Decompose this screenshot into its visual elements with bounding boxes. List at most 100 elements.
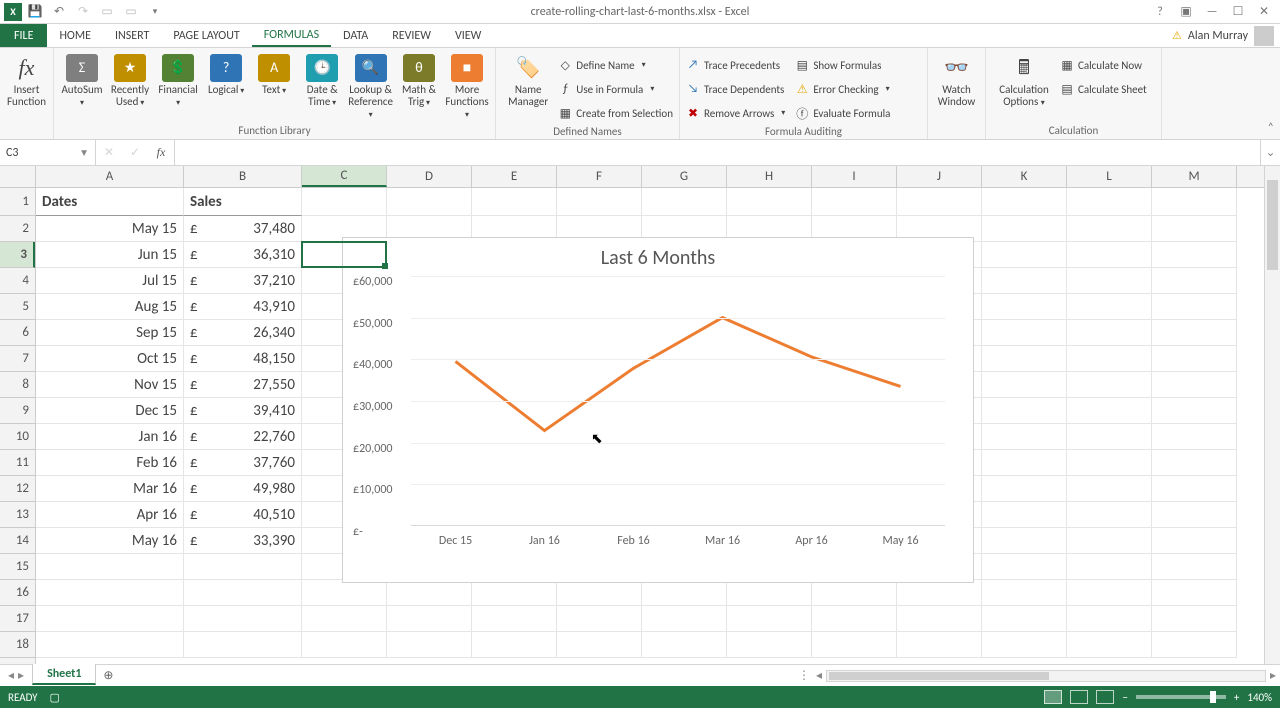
cell[interactable] bbox=[812, 606, 897, 632]
row-header[interactable]: 18 bbox=[0, 632, 35, 658]
cell[interactable]: £39,410 bbox=[184, 398, 302, 424]
cell[interactable] bbox=[727, 580, 812, 606]
insert-function-button[interactable]: fx Insert Function bbox=[6, 50, 47, 110]
select-all-button[interactable] bbox=[0, 166, 36, 188]
cell[interactable]: Jan 16 bbox=[36, 424, 184, 450]
cell[interactable] bbox=[184, 554, 302, 580]
tab-insert[interactable]: INSERT bbox=[103, 24, 161, 47]
cell[interactable]: Jun 15 bbox=[36, 242, 184, 268]
qat-dropdown-icon[interactable]: ▾ bbox=[144, 2, 166, 22]
cell[interactable] bbox=[1152, 528, 1237, 554]
cell[interactable] bbox=[557, 580, 642, 606]
cell[interactable] bbox=[982, 268, 1067, 294]
cell[interactable] bbox=[1067, 502, 1152, 528]
cell[interactable] bbox=[36, 632, 184, 658]
cell[interactable] bbox=[1152, 346, 1237, 372]
column-header[interactable]: A bbox=[36, 166, 184, 187]
cell[interactable] bbox=[302, 188, 387, 216]
cell[interactable] bbox=[982, 528, 1067, 554]
cell[interactable] bbox=[387, 188, 472, 216]
row-header[interactable]: 7 bbox=[0, 346, 35, 372]
cell[interactable] bbox=[897, 606, 982, 632]
expand-formula-bar-icon[interactable]: ⌄ bbox=[1260, 140, 1280, 165]
cell[interactable] bbox=[1067, 528, 1152, 554]
use-in-formula-button[interactable]: ƒUse in Formula▾ bbox=[558, 78, 673, 100]
cell[interactable] bbox=[1067, 424, 1152, 450]
cell[interactable] bbox=[1152, 580, 1237, 606]
redo-icon[interactable]: ↷ bbox=[72, 2, 94, 22]
cell[interactable] bbox=[472, 188, 557, 216]
column-header[interactable]: M bbox=[1152, 166, 1237, 187]
cell[interactable] bbox=[557, 606, 642, 632]
more-button[interactable]: ■More Functions ▾ bbox=[445, 50, 489, 120]
cell[interactable] bbox=[1152, 188, 1237, 216]
row-header[interactable]: 16 bbox=[0, 580, 35, 606]
column-header[interactable]: D bbox=[387, 166, 472, 187]
cell[interactable] bbox=[184, 580, 302, 606]
cell[interactable]: May 15 bbox=[36, 216, 184, 242]
cell[interactable]: £36,310 bbox=[184, 242, 302, 268]
column-header[interactable]: C bbox=[302, 166, 387, 187]
cell[interactable]: Feb 16 bbox=[36, 450, 184, 476]
cell[interactable] bbox=[642, 632, 727, 658]
cell[interactable] bbox=[1067, 476, 1152, 502]
cell[interactable]: Dates bbox=[36, 188, 184, 216]
cell[interactable] bbox=[897, 580, 982, 606]
cell[interactable]: £22,760 bbox=[184, 424, 302, 450]
cell[interactable] bbox=[982, 580, 1067, 606]
cell[interactable] bbox=[982, 216, 1067, 242]
create-from-selection-button[interactable]: ▦Create from Selection bbox=[558, 102, 673, 124]
tab-page-layout[interactable]: PAGE LAYOUT bbox=[161, 24, 251, 47]
cell[interactable] bbox=[302, 580, 387, 606]
cell[interactable] bbox=[1152, 216, 1237, 242]
calculation-options-button[interactable]: 🖩 Calculation Options ▾ bbox=[992, 50, 1056, 110]
cell[interactable]: £37,760 bbox=[184, 450, 302, 476]
calculate-sheet-button[interactable]: ▤Calculate Sheet bbox=[1060, 78, 1147, 100]
cell[interactable] bbox=[1152, 554, 1237, 580]
row-header[interactable]: 12 bbox=[0, 476, 35, 502]
cell[interactable] bbox=[1067, 320, 1152, 346]
cell[interactable]: £26,340 bbox=[184, 320, 302, 346]
financial-button[interactable]: 💲Financial ▾ bbox=[156, 50, 200, 110]
remove-arrows-button[interactable]: ✖Remove Arrows▾ bbox=[686, 102, 785, 124]
row-header[interactable]: 2 bbox=[0, 216, 35, 242]
cell[interactable]: Oct 15 bbox=[36, 346, 184, 372]
column-header[interactable]: E bbox=[472, 166, 557, 187]
cell[interactable] bbox=[1067, 268, 1152, 294]
enter-formula-icon[interactable]: ✓ bbox=[122, 145, 148, 160]
horizontal-scrollbar[interactable]: ⋮◂ ▸ bbox=[120, 665, 1280, 686]
cell[interactable] bbox=[184, 606, 302, 632]
zoom-slider[interactable] bbox=[1136, 695, 1226, 699]
cell[interactable] bbox=[36, 580, 184, 606]
row-header[interactable]: 1 bbox=[0, 188, 35, 216]
column-header[interactable]: B bbox=[184, 166, 302, 187]
calculate-now-button[interactable]: ▦Calculate Now bbox=[1060, 54, 1147, 76]
cell[interactable] bbox=[982, 242, 1067, 268]
normal-view-icon[interactable] bbox=[1044, 690, 1062, 704]
worksheet-grid[interactable]: ABCDEFGHIJKLM 12345678910111213141516171… bbox=[0, 166, 1280, 664]
row-header[interactable]: 10 bbox=[0, 424, 35, 450]
cell[interactable] bbox=[387, 606, 472, 632]
column-header[interactable]: G bbox=[642, 166, 727, 187]
save-icon[interactable]: 💾 bbox=[24, 2, 46, 22]
cell[interactable]: Sales bbox=[184, 188, 302, 216]
minimize-icon[interactable]: — bbox=[1200, 5, 1224, 19]
chevron-down-icon[interactable]: ▼ bbox=[79, 146, 89, 159]
cell[interactable]: £37,480 bbox=[184, 216, 302, 242]
cell[interactable] bbox=[387, 632, 472, 658]
zoom-level[interactable]: 140% bbox=[1247, 691, 1272, 704]
cell[interactable] bbox=[472, 580, 557, 606]
evaluate-formula-button[interactable]: ⓕEvaluate Formula bbox=[795, 102, 890, 124]
cell[interactable] bbox=[387, 580, 472, 606]
cell[interactable] bbox=[1067, 450, 1152, 476]
row-header[interactable]: 6 bbox=[0, 320, 35, 346]
cell[interactable]: Mar 16 bbox=[36, 476, 184, 502]
lookup-button[interactable]: 🔍Lookup & Reference ▾ bbox=[348, 50, 393, 120]
zoom-out-icon[interactable]: − bbox=[1122, 691, 1127, 704]
cell[interactable] bbox=[982, 450, 1067, 476]
cell[interactable] bbox=[1152, 424, 1237, 450]
row-headers[interactable]: 123456789101112131415161718 bbox=[0, 188, 36, 664]
cell[interactable] bbox=[1067, 632, 1152, 658]
trace-dependents-button[interactable]: ↘Trace Dependents bbox=[686, 78, 785, 100]
trace-precedents-button[interactable]: ↗Trace Precedents bbox=[686, 54, 785, 76]
